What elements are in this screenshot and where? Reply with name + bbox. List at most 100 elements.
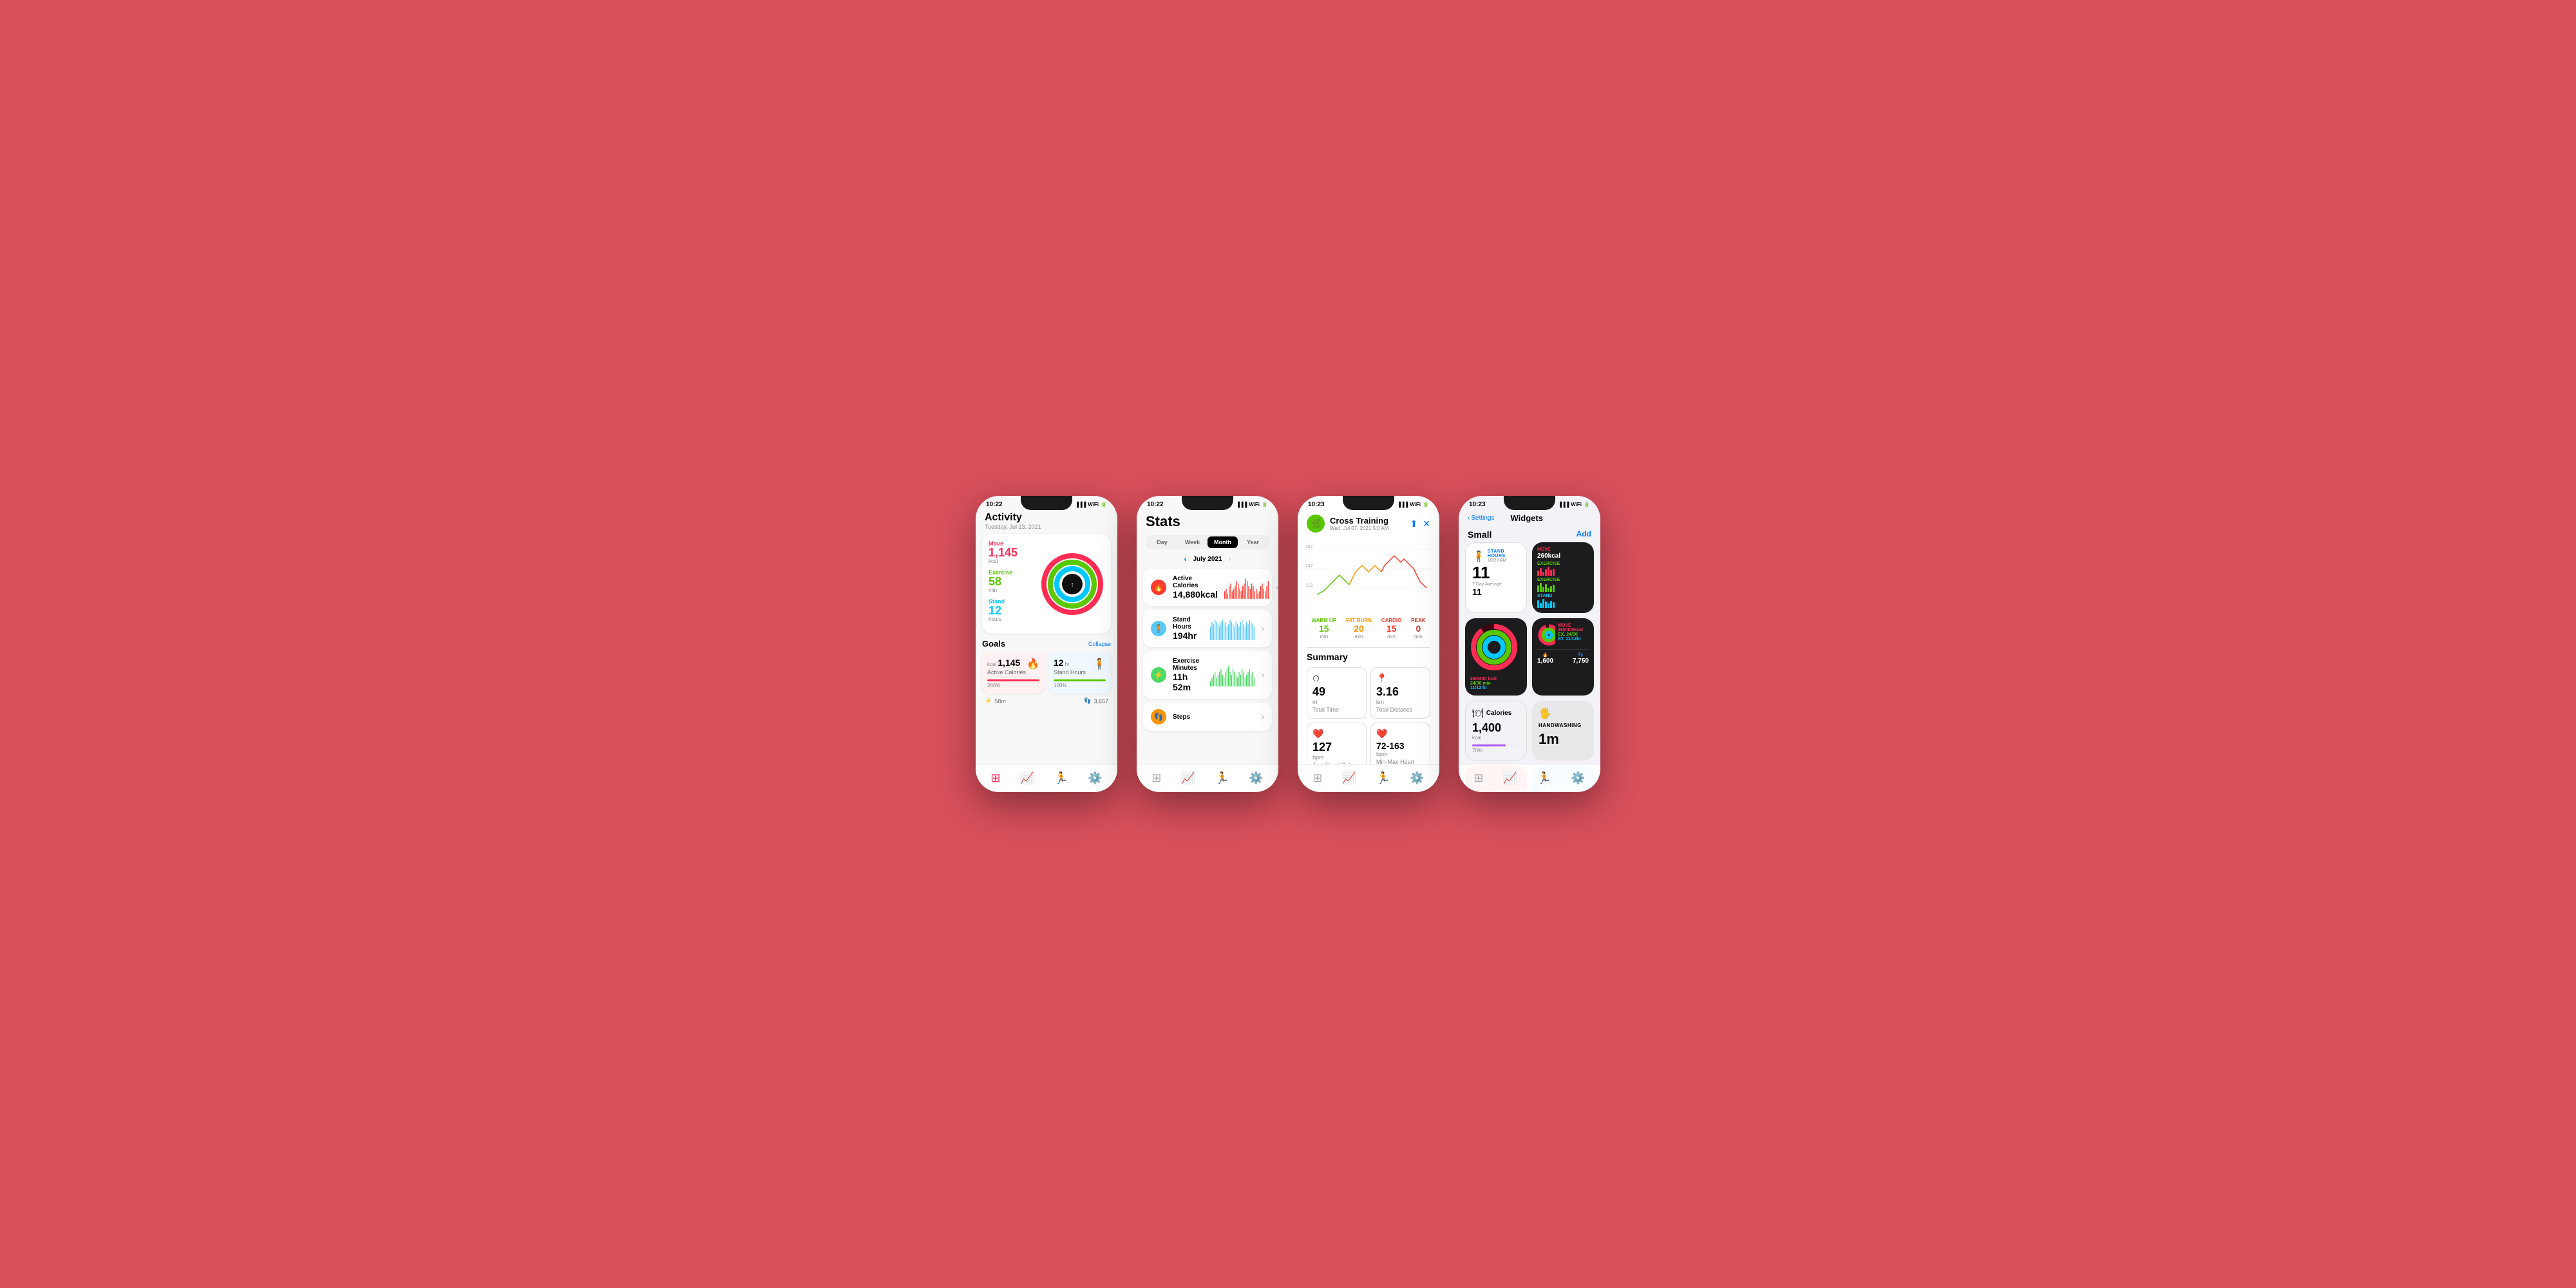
activity-ring-section: Move 1,145 kcal Exercise 58 min Stand 12…: [982, 534, 1111, 634]
stat-card-stand[interactable]: 🧍 Stand Hours 194hr ›: [1143, 610, 1272, 647]
tab-summary-icon[interactable]: ⊞: [990, 772, 1000, 785]
exercise-value: 58: [989, 576, 1034, 587]
stand-widget-header: 🧍 STAND HOURS 10:23 AM: [1472, 549, 1520, 563]
widgets-add-button[interactable]: Add: [1577, 529, 1600, 538]
widget-stand-hours[interactable]: 🧍 STAND HOURS 10:23 AM 11 7 Day Average …: [1465, 542, 1527, 613]
dark-move-val: 260kcal: [1537, 553, 1589, 560]
stand-value: 12: [989, 605, 1034, 616]
tab2-trends[interactable]: 📈: [1181, 772, 1195, 785]
cardio-label: CARDIO: [1381, 618, 1402, 623]
stand-bar-fill: [1054, 679, 1106, 681]
calories-widget-fill: [1472, 744, 1506, 746]
widget-activity-dark[interactable]: MOVE 260kcal EXERCISE EXERCISE: [1532, 542, 1594, 613]
detail-kcal-icon: 🔥: [1537, 652, 1553, 658]
tab3-workouts[interactable]: 🏃: [1376, 772, 1390, 785]
share-button[interactable]: ⬆: [1410, 518, 1418, 529]
phone-screen-widgets: 10:23 ▐▐▐ WiFi 🔋 ‹ Settings Widgets Smal…: [1459, 496, 1600, 792]
exercise-stat-info: Exercise Minutes 11h 52m: [1173, 658, 1204, 692]
goal-name-stand: Stand Hours: [1054, 669, 1086, 676]
detail-ring-svg: [1537, 623, 1555, 647]
ring-widget-stats: 260/400 kcal 24/30 min 11/12 hr: [1470, 677, 1522, 690]
tab4-settings[interactable]: ⚙️: [1571, 772, 1585, 785]
tab4-workouts[interactable]: 🏃: [1537, 772, 1551, 785]
widget-activity-ring[interactable]: 260/400 kcal 24/30 min 11/12 hr: [1465, 618, 1527, 696]
period-day[interactable]: Day: [1147, 536, 1177, 548]
phones-container: 10:22 ▐▐▐ WiFi 🔋 Activity Tuesday, Jul 1…: [976, 496, 1600, 792]
tab-workouts-icon[interactable]: 🏃: [1054, 772, 1068, 785]
tab-settings-icon[interactable]: ⚙️: [1088, 772, 1102, 785]
dark-exercise-bars: [1537, 583, 1589, 592]
phone-notch-widgets: [1504, 496, 1555, 510]
exercise-minutes-item: ⚡ 58m: [985, 697, 1006, 705]
dark-exercise-label: EXERCISE: [1537, 562, 1589, 566]
phone-screen-workout: 10:23 ▐▐▐ WiFi 🔋 🌿 Cross Training Wed, J…: [1298, 496, 1439, 792]
tab2-settings[interactable]: ⚙️: [1249, 772, 1263, 785]
svg-text:167: 167: [1305, 545, 1313, 549]
widgets-section-small: Small: [1459, 526, 1501, 542]
period-year[interactable]: Year: [1238, 536, 1268, 548]
period-month[interactable]: Month: [1208, 536, 1238, 548]
tab3-trends[interactable]: 📈: [1342, 772, 1356, 785]
tab-trends-icon[interactable]: 📈: [1020, 772, 1034, 785]
stat-card-exercise[interactable]: ⚡ Exercise Minutes 11h 52m ›: [1143, 651, 1272, 699]
month-prev[interactable]: ‹: [1184, 554, 1186, 564]
goal-unit-kcal: kcal: [987, 661, 996, 667]
goals-section: Goals Collapse kcal 1,145 Active Calorie…: [982, 639, 1111, 705]
calories-chart: [1224, 576, 1269, 599]
summary-section: Summary ⏱ 49 m Total Time 📍 3.16 km Tota…: [1298, 652, 1439, 777]
workout-status-icons: ▐▐▐ WiFi 🔋: [1397, 502, 1429, 507]
calories-bar-chart: [1224, 576, 1269, 599]
zone-peak: PEAK 0 min: [1411, 618, 1425, 639]
stand-widget-avg-val: 11: [1472, 587, 1520, 597]
widgets-signal: ▐▐▐: [1558, 502, 1569, 507]
widget-calories-card[interactable]: 🍽 Calories 1,400 kcal 70%: [1465, 701, 1527, 761]
fatburn-unit: min: [1346, 634, 1372, 639]
workout-battery: 🔋: [1423, 502, 1429, 507]
goal-card-calories: kcal 1,145 Active Calories 🔥 286%: [982, 652, 1045, 694]
goal-name-calories: Active Calories: [987, 669, 1026, 676]
stand-widget-icon: 🧍: [1472, 550, 1485, 563]
exercise-minutes-val: 58m: [994, 698, 1006, 705]
widgets-grid: 🧍 STAND HOURS 10:23 AM 11 7 Day Average …: [1459, 542, 1600, 696]
svg-text:147: 147: [1305, 564, 1313, 569]
tab3-summary[interactable]: ⊞: [1312, 772, 1322, 785]
tab2-workouts[interactable]: 🏃: [1215, 772, 1229, 785]
widget-activity-detail[interactable]: MOVE 260/400kcal EX. 24/30 ST. 11/12hr 🔥…: [1532, 618, 1594, 696]
stat-card-steps[interactable]: 👣 Steps ›: [1143, 703, 1272, 731]
zone-cardio: CARDIO 15 min: [1381, 618, 1402, 639]
stand-stat-name: Stand Hours: [1173, 616, 1204, 630]
tab-bar-phone4: ⊞ 📈 🏃 ⚙️: [1459, 764, 1600, 792]
tab3-settings[interactable]: ⚙️: [1410, 772, 1424, 785]
workout-title-group: Cross Training Wed, Jul 07, 2021 5:0 AM: [1330, 516, 1410, 531]
workout-status-time: 10:23: [1308, 501, 1325, 508]
tab4-trends[interactable]: 📈: [1503, 772, 1517, 785]
settings-back-button[interactable]: ‹ Settings: [1468, 515, 1494, 522]
cardio-unit: min: [1381, 634, 1402, 639]
tab4-summary[interactable]: ⊞: [1473, 772, 1483, 785]
exercise-arrow: ›: [1262, 670, 1264, 679]
stat-card-calories[interactable]: 🔥 Active Calories 14,880kcal ›: [1143, 569, 1272, 606]
phone-activity: 10:22 ▐▐▐ WiFi 🔋 Activity Tuesday, Jul 1…: [976, 496, 1117, 792]
tab2-summary[interactable]: ⊞: [1151, 772, 1161, 785]
period-week[interactable]: Week: [1177, 536, 1208, 548]
workout-type-icon: 🌿: [1307, 515, 1325, 533]
widget-handwashing[interactable]: 🖐 HANDWASHING 1m: [1532, 701, 1594, 761]
heart-rate-chart: 167 147 118: [1304, 536, 1433, 614]
phone-notch-stats: [1182, 496, 1233, 510]
goal-card-stand: 12 hr Stand Hours 🧍 100%: [1048, 652, 1111, 694]
calories-info: Active Calories 14,880kcal: [1173, 575, 1218, 600]
summary-title: Summary: [1307, 652, 1430, 662]
exercise-unit: min: [989, 587, 1034, 593]
period-tabs: Day Week Month Year: [1146, 535, 1269, 549]
distance-name: Total Distance: [1376, 706, 1425, 713]
hr-zones: WARM UP 15 min FAT BURN 20 min CARDIO 15…: [1298, 614, 1439, 643]
widget-ring-svg: [1470, 623, 1518, 671]
move-stat: Move 1,145 kcal: [989, 540, 1034, 564]
goals-collapse-button[interactable]: Collapse: [1088, 641, 1111, 647]
month-next[interactable]: ›: [1229, 554, 1231, 564]
close-button[interactable]: ✕: [1423, 518, 1430, 529]
summary-grid: ⏱ 49 m Total Time 📍 3.16 km Total Distan…: [1307, 667, 1430, 777]
stand-widget-label: STAND HOURS: [1488, 549, 1520, 558]
zone-fatburn: FAT BURN 20 min: [1346, 618, 1372, 639]
move-unit: kcal: [989, 558, 1034, 564]
